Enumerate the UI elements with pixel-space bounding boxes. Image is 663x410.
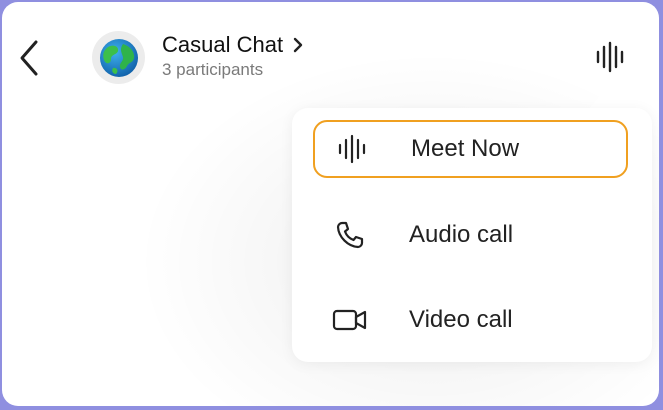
menu-item-meet-now[interactable]: Meet Now bbox=[313, 120, 628, 178]
call-options-menu: Meet Now Audio call Video call bbox=[292, 108, 652, 362]
video-camera-icon bbox=[332, 309, 367, 331]
audio-wave-icon bbox=[596, 41, 624, 73]
chevron-left-icon bbox=[20, 40, 38, 76]
menu-item-label: Meet Now bbox=[411, 135, 520, 162]
chat-title-button[interactable]: Casual Chat bbox=[162, 32, 303, 58]
menu-pointer bbox=[588, 86, 630, 110]
menu-item-audio-call[interactable]: Audio call bbox=[313, 206, 628, 264]
globe-icon bbox=[99, 38, 138, 77]
avatar[interactable] bbox=[92, 31, 145, 84]
phone-icon bbox=[336, 221, 364, 249]
chevron-right-icon bbox=[293, 37, 303, 53]
chat-window: Casual Chat 3 participants Meet Now Audi… bbox=[2, 2, 659, 406]
participants-count: 3 participants bbox=[162, 60, 264, 79]
menu-item-label: Audio call bbox=[409, 221, 514, 248]
chat-header: Casual Chat 3 participants bbox=[162, 32, 303, 80]
menu-item-video-call[interactable]: Video call bbox=[313, 291, 628, 349]
audio-wave-icon bbox=[338, 134, 366, 164]
back-button[interactable] bbox=[14, 38, 44, 78]
chat-title: Casual Chat bbox=[162, 32, 284, 57]
meet-now-toggle-button[interactable] bbox=[590, 40, 630, 74]
menu-item-label: Video call bbox=[409, 306, 513, 333]
